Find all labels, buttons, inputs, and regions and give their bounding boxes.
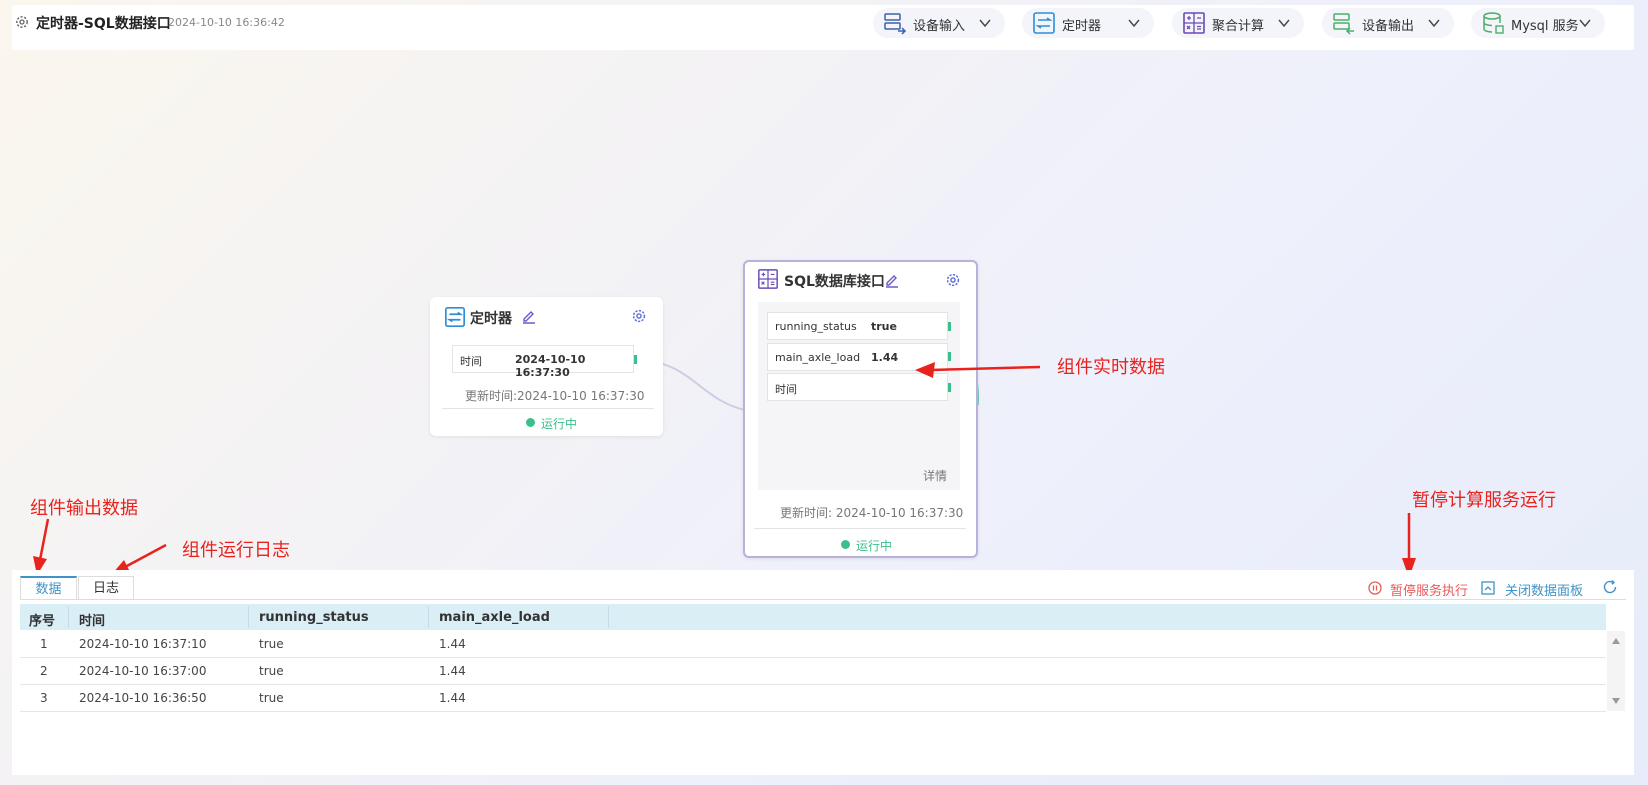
column-header: main_axle_load: [439, 610, 550, 625]
table-cell: 2024-10-10 16:37:10: [79, 637, 207, 651]
scroll-down-icon[interactable]: [1611, 697, 1621, 705]
annotation-realtime-data: 组件实时数据: [1057, 357, 1165, 378]
column-header: running_status: [259, 610, 369, 625]
column-separator: [248, 606, 249, 628]
table-cell: 1.44: [439, 637, 466, 651]
annotation-run-log: 组件运行日志: [182, 540, 290, 561]
tab-divider: [20, 599, 1626, 600]
table-cell: true: [259, 691, 284, 705]
table-cell: 1.44: [439, 691, 466, 705]
table-cell: true: [259, 637, 284, 651]
tab-log[interactable]: 日志: [78, 576, 134, 599]
table-row[interactable]: [20, 685, 1606, 712]
scroll-up-icon[interactable]: [1611, 637, 1621, 645]
table-cell: true: [259, 664, 284, 678]
table-row[interactable]: [20, 631, 1606, 658]
table-cell: 2024-10-10 16:37:00: [79, 664, 207, 678]
column-header: 序号: [29, 614, 56, 629]
annotation-pause-service: 暂停计算服务运行: [1412, 490, 1556, 511]
annotation-output-data: 组件输出数据: [30, 498, 138, 519]
close-panel-button[interactable]: 关闭数据面板: [1505, 580, 1583, 599]
pause-service-button[interactable]: 暂停服务执行: [1390, 580, 1468, 599]
table-cell: 1.44: [439, 664, 466, 678]
table-cell: 3: [40, 691, 48, 705]
column-separator: [68, 606, 69, 628]
collapse-icon: [1481, 581, 1495, 595]
tab-data[interactable]: 数据: [20, 576, 77, 599]
table-cell: 2024-10-10 16:36:50: [79, 691, 207, 705]
table-cell: 2: [40, 664, 48, 678]
pause-icon: [1368, 581, 1382, 595]
refresh-icon[interactable]: [1602, 579, 1618, 595]
table-cell: 1: [40, 637, 48, 651]
table-header: [20, 604, 1606, 630]
table-row[interactable]: [20, 658, 1606, 685]
column-separator: [428, 606, 429, 628]
column-header: 时间: [79, 614, 106, 629]
column-separator: [608, 606, 609, 628]
